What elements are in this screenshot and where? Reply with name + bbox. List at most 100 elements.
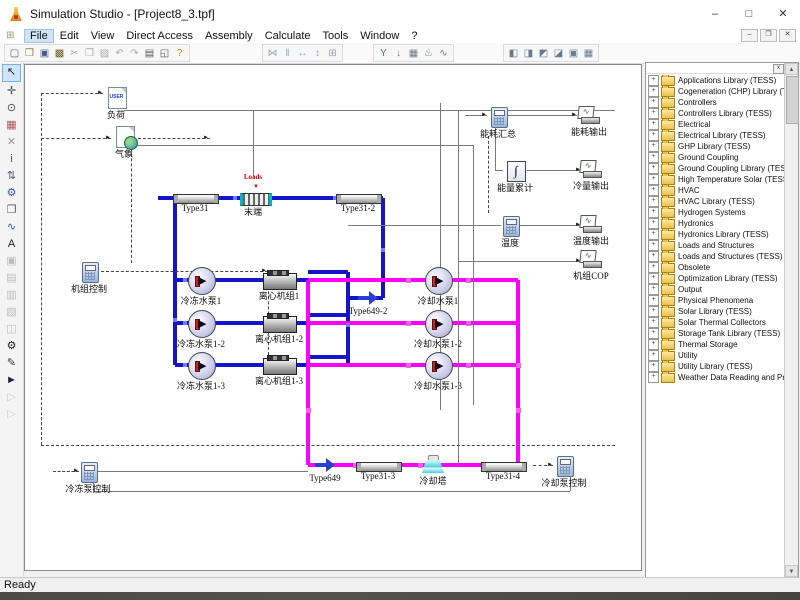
tree-expand-icon[interactable]: + [648,163,659,174]
copy-icon[interactable]: ❐ [82,46,97,61]
hierarchy-icon[interactable]: Y [376,46,391,61]
open-file-icon[interactable]: ❒ [22,46,37,61]
help-icon[interactable]: ? [172,46,187,61]
component-chiller-1[interactable]: 离心机组1 [263,273,295,288]
tree-scrollbar[interactable]: ▲ ▼ [784,63,798,577]
mdi-close-button[interactable]: ✕ [779,29,796,42]
tree-expand-icon[interactable]: + [648,108,659,119]
layout-tool-2-icon[interactable]: ▤ [3,270,20,286]
component-temperature-calc[interactable]: 温度 [503,216,518,235]
window-split-right-icon[interactable]: ◨ [521,46,536,61]
mdi-restore-button[interactable]: ❐ [760,29,777,42]
run-flag-2-icon[interactable]: ▷ [3,406,20,422]
tree-expand-icon[interactable]: + [648,295,659,306]
menu-item-file[interactable]: File [24,29,54,43]
run-flag-1-icon[interactable]: ▷ [3,389,20,405]
maximize-button[interactable]: □ [732,1,766,27]
same-height-icon[interactable]: ↕ [310,46,325,61]
minimize-button[interactable]: – [698,1,732,27]
menu-item-assembly[interactable]: Assembly [199,29,259,43]
component-cw-pump-control-calc[interactable]: 冷却泵控制 [557,456,572,475]
tree-expand-icon[interactable]: + [648,350,659,361]
window-corner-icon[interactable]: ◩ [536,46,551,61]
project-canvas[interactable]: ►►►►►►►►►►►▼LoadsUSER负荷气象Type31末端Type31-… [24,64,642,571]
menu-item-tools[interactable]: Tools [317,29,355,43]
tree-item-weather-data-reading-and-process[interactable]: +Weather Data Reading and Process [648,372,784,383]
component-cooling-tower[interactable]: 冷却塔 [422,455,444,473]
print-icon[interactable]: ▤ [142,46,157,61]
close-button[interactable]: ✕ [766,1,800,27]
text-tool-icon[interactable]: A [3,236,20,252]
tree-expand-icon[interactable]: + [648,141,659,152]
print-preview-icon[interactable]: ◱ [157,46,172,61]
download-icon[interactable]: ↓ [391,46,406,61]
scroll-down-icon[interactable]: ▼ [785,565,798,577]
align-horizontal-icon[interactable]: ⋈ [265,46,280,61]
component-diverter-type649-2[interactable]: Type649-2 [358,291,378,305]
layout-tool-3-icon[interactable]: ▥ [3,287,20,303]
component-cw-pump-1-2[interactable]: ▶冷却水泵1-2 [425,310,451,336]
pointer-tool-icon[interactable]: ↖ [2,64,21,82]
tree-expand-icon[interactable]: + [648,86,659,97]
component-cw-pump-1-3[interactable]: ▶冷却水泵1-3 [425,352,451,378]
component-pipe-type31-2[interactable]: Type31-2 [336,194,380,202]
component-chiller-1-3[interactable]: 离心机组1-3 [263,358,295,373]
component-weather-reader[interactable]: 气象 [116,126,133,146]
lab-icon[interactable]: ♨ [421,46,436,61]
tree-expand-icon[interactable]: + [648,196,659,207]
tree-expand-icon[interactable]: + [648,97,659,108]
menu-item-?[interactable]: ? [405,29,423,43]
tree-expand-icon[interactable]: + [648,185,659,196]
scrollbar-thumb[interactable] [786,76,799,124]
component-energy-output-printer[interactable]: ∿能耗输出 [578,106,600,124]
component-terminal-unit[interactable]: 末端 [240,193,266,204]
redo-icon[interactable]: ↷ [127,46,142,61]
tree-expand-icon[interactable]: + [648,119,659,130]
component-diverter-type649[interactable]: Type649 [315,458,335,472]
layout-tool-1-icon[interactable]: ▣ [3,253,20,269]
tree-expand-icon[interactable]: + [648,152,659,163]
wrench-tool-icon[interactable]: ⚙ [3,185,20,201]
zoom-tool-icon[interactable]: ⊙ [3,100,20,116]
mdi-minimize-button[interactable]: – [741,29,758,42]
tree-expand-icon[interactable]: + [648,262,659,273]
palette-tool-icon[interactable]: ▦ [3,117,20,133]
menu-item-direct-access[interactable]: Direct Access [120,29,199,43]
component-pipe-type31-4[interactable]: Type31-4 [481,462,525,470]
component-energy-integrator[interactable]: ∫能量累计 [507,161,524,180]
window-cascade-icon[interactable]: ▣ [566,46,581,61]
component-pipe-type31-3[interactable]: Type31-3 [356,462,400,470]
tree-expand-icon[interactable]: + [648,306,659,317]
tree-expand-icon[interactable]: + [648,328,659,339]
save-icon[interactable]: ▣ [37,46,52,61]
reorder-tool-icon[interactable]: ⇅ [3,168,20,184]
copy-tool-icon[interactable]: ❐ [3,202,20,218]
tree-expand-icon[interactable]: + [648,130,659,141]
tree-expand-icon[interactable]: + [648,251,659,262]
tree-expand-icon[interactable]: + [648,361,659,372]
pen-tool-icon[interactable]: ✎ [3,355,20,371]
scroll-up-icon[interactable]: ▲ [785,63,798,75]
tree-expand-icon[interactable]: + [648,218,659,229]
delete-tool-icon[interactable]: ✕ [3,134,20,150]
component-chw-pump-1-3[interactable]: ▶冷冻水泵1-3 [188,352,214,378]
component-chw-pump-control-calc[interactable]: 冷冻泵控制 [81,462,96,481]
layout-tool-4-icon[interactable]: ▧ [3,304,20,320]
component-unit-control-calc[interactable]: 机组控制 [82,262,97,281]
same-width-icon[interactable]: ↔ [295,46,310,61]
paste-icon[interactable]: ▨ [97,46,112,61]
tree-expand-icon[interactable]: + [648,240,659,251]
window-split-left-icon[interactable]: ◧ [506,46,521,61]
settings-gear-icon[interactable]: ⚙ [3,338,20,354]
component-load-reader[interactable]: USER负荷 [108,87,125,107]
trace-icon[interactable]: ∿ [436,46,451,61]
table-icon[interactable]: ▦ [406,46,421,61]
menu-item-view[interactable]: View [85,29,121,43]
tree-expand-icon[interactable]: + [648,339,659,350]
save-all-icon[interactable]: ▩ [52,46,67,61]
cut-icon[interactable]: ✂ [67,46,82,61]
tree-expand-icon[interactable]: + [648,317,659,328]
component-unit-cop-printer[interactable]: ∿机组COP [580,250,602,268]
align-vertical-icon[interactable]: ‖ [280,46,295,61]
menu-item-calculate[interactable]: Calculate [259,29,317,43]
